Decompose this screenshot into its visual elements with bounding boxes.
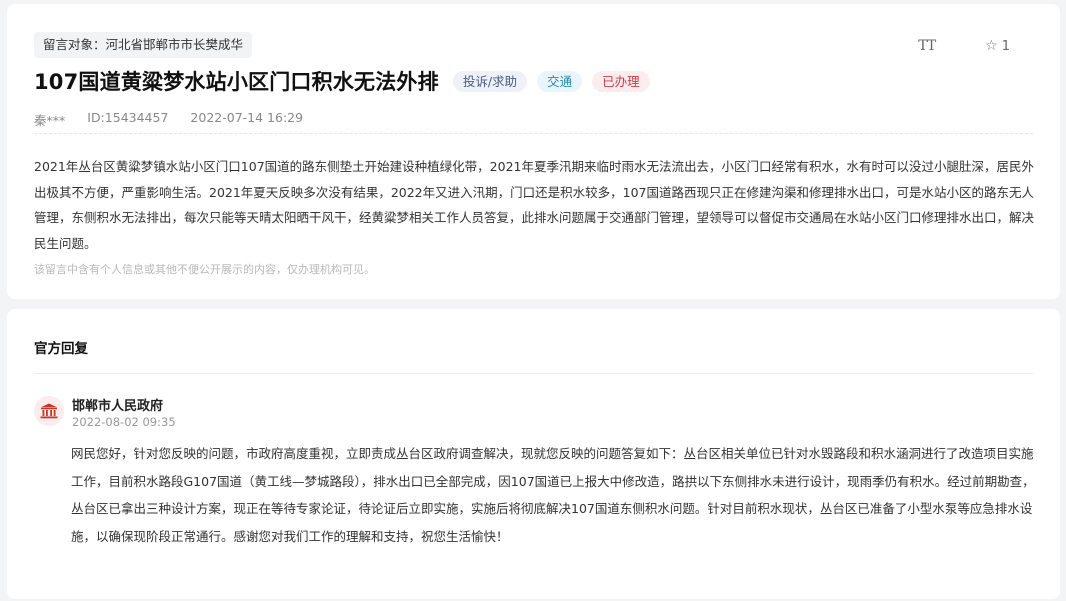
message-tools: TT ☆ 1 xyxy=(918,38,1010,54)
page-title: 107国道黄粱梦水站小区门口积水无法外排 xyxy=(34,70,439,94)
reply-section-title: 官方回复 xyxy=(34,341,88,357)
privacy-note: 该留言中含有个人信息或其他不便公开展示的内容，仅办理机构可见。 xyxy=(34,263,375,276)
divider xyxy=(34,133,1033,134)
title-row: 107国道黄粱梦水站小区门口积水无法外排 投诉/求助 交通 已办理 xyxy=(34,66,650,96)
government-building-icon-svg xyxy=(40,403,58,419)
divider xyxy=(34,373,1033,374)
message-datetime: 2022-07-14 16:29 xyxy=(190,110,304,125)
message-content: 2021年丛台区黄粱梦镇水站小区门口107国道的路东侧垫土开始建设种植绿化带，2… xyxy=(34,159,1035,251)
star-icon: ☆ xyxy=(985,38,998,54)
status-badge: 已办理 xyxy=(592,70,650,92)
reply-org-name: 邯郸市人民政府 xyxy=(72,399,164,414)
message-meta: 秦*** ID:15434457 2022-07-14 16:29 xyxy=(34,110,303,129)
reply-date: 2022-08-02 09:35 xyxy=(72,415,176,429)
reply-content: 网民您好，针对您反映的问题，市政府高度重视，立即责成丛台区政府调查解决，现就您反… xyxy=(71,446,1035,544)
message-target-tag: 留言对象：河北省邯郸市市长樊成华 xyxy=(34,32,253,58)
message-id: ID:15434457 xyxy=(87,110,169,125)
message-card: 留言对象：河北省邯郸市市长樊成华 TT ☆ 1 107国道黄粱梦水站小区门口积水… xyxy=(7,4,1060,299)
government-building-icon xyxy=(34,396,64,426)
author-name: 秦*** xyxy=(34,113,66,128)
type-badge: 投诉/求助 xyxy=(452,70,528,92)
font-size-icon[interactable]: TT xyxy=(918,38,936,54)
favorite-count: 1 xyxy=(1001,38,1010,54)
field-badge: 交通 xyxy=(537,70,583,92)
reply-card: 官方回复 邯郸市人民政府 2022-08-02 09:35 网民您好，针对您反映… xyxy=(7,309,1060,599)
favorite-button[interactable]: ☆ 1 xyxy=(985,38,1010,54)
